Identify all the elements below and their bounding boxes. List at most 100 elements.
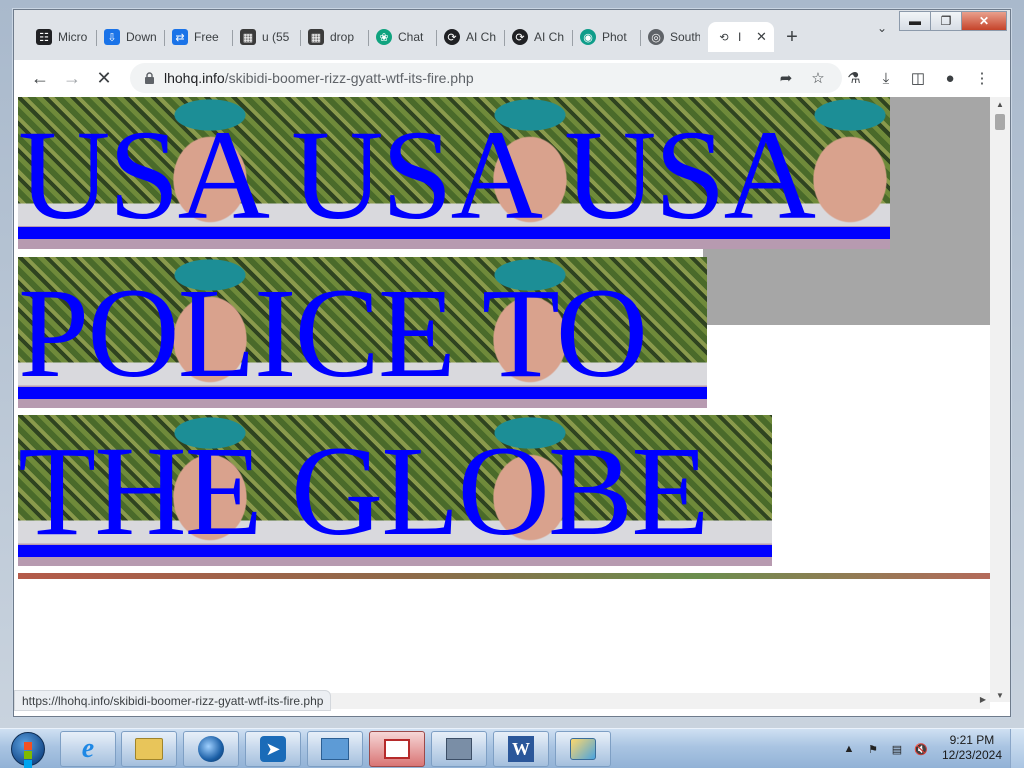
labs-flask-icon[interactable]: ⚗ — [838, 62, 870, 94]
tab-label: Phot — [602, 30, 627, 44]
thumbnail-icon: ▦ — [308, 29, 324, 45]
side-panel-icon[interactable]: ◫ — [902, 62, 934, 94]
stop-loading-button[interactable]: ✕ — [88, 62, 120, 94]
tab-label: Free — [194, 30, 219, 44]
file-explorer-icon — [135, 738, 163, 760]
tab-label: Down — [126, 30, 156, 44]
tab-label: I — [738, 30, 742, 44]
headline-line-1[interactable]: USA USA USA — [18, 111, 816, 239]
loading-icon: ⟲ — [719, 31, 729, 44]
tab-label: South — [670, 30, 700, 44]
taskbar-internet-explorer[interactable]: e — [60, 731, 116, 767]
tab-ai-chat-1[interactable]: ⟳ AI Ch — [436, 22, 504, 52]
url-path: /skibidi-boomer-rizz-gyatt-wtf-its-fire.… — [224, 70, 474, 86]
convert-icon: ⇄ — [172, 29, 188, 45]
photo-app-icon: ◉ — [580, 29, 596, 45]
headline-line-2[interactable]: POLICE TO — [18, 269, 648, 397]
underline-2 — [18, 387, 707, 399]
clock-time: 9:21 PM — [949, 733, 995, 747]
lock-icon[interactable] — [142, 71, 156, 85]
clock[interactable]: 9:21 PM 12/23/2024 — [942, 733, 1002, 763]
active-window-icon — [384, 739, 410, 759]
url-domain: lhohq.info — [164, 70, 225, 86]
close-window-button[interactable]: ✕ — [961, 11, 1007, 31]
share-icon[interactable]: ➦ — [770, 68, 802, 88]
paint-icon — [570, 738, 596, 760]
tab-ai-chat-2[interactable]: ⟳ AI Ch — [504, 22, 572, 52]
tab-label: Chat — [398, 30, 424, 44]
taskbar-network-computer[interactable] — [431, 731, 487, 767]
tab-photo[interactable]: ◉ Phot — [572, 22, 640, 52]
headline-line-3[interactable]: THE GLOBE — [18, 427, 709, 555]
status-bubble: https://lhohq.info/skibidi-boomer-rizz-g… — [14, 690, 332, 711]
network-icon[interactable]: ▤ — [888, 740, 906, 758]
tab-label: AI Ch — [534, 30, 564, 44]
tab-active-loading[interactable]: ⟲ I ✕ — [708, 22, 774, 52]
underline-1 — [18, 227, 890, 239]
taskbar-active-window[interactable] — [369, 731, 425, 767]
tab-free[interactable]: ⇄ Free — [164, 22, 232, 52]
url-text[interactable]: lhohq.info/skibidi-boomer-rizz-gyatt-wtf… — [164, 70, 474, 86]
new-tab-button[interactable]: + — [774, 22, 810, 52]
scroll-up-arrow-icon[interactable]: ▲ — [990, 97, 1010, 111]
globe-icon: ◎ — [648, 29, 664, 45]
vertical-scrollbar[interactable]: ▲ ▼ — [990, 97, 1010, 702]
address-bar[interactable]: lhohq.info/skibidi-boomer-rizz-gyatt-wtf… — [130, 63, 842, 93]
tab-south[interactable]: ◎ South — [640, 22, 708, 52]
media-player-icon — [198, 736, 224, 762]
taskbar-media-player[interactable] — [183, 731, 239, 767]
browser-window: ☷ Micro ⇩ Down ⇄ Free ▦ u (55 ▦ drop ❀ C… — [13, 9, 1011, 717]
taskbar-control-panel[interactable] — [307, 731, 363, 767]
show-desktop-button[interactable] — [1010, 729, 1024, 768]
taskbar-word[interactable]: W — [493, 731, 549, 767]
tab-drop[interactable]: ▦ drop — [300, 22, 368, 52]
tab-label: u (55 — [262, 30, 290, 44]
tab-search-chevron-icon[interactable]: ⌄ — [872, 18, 892, 38]
ai-swirl-icon: ⟳ — [512, 29, 528, 45]
taskbar-file-explorer[interactable] — [121, 731, 177, 767]
window-controls: ▬ ❐ ✕ — [899, 11, 1007, 31]
profile-avatar-icon[interactable]: ● — [934, 62, 966, 94]
taskbar-remote-app[interactable]: ➤ — [245, 731, 301, 767]
tab-strip: ☷ Micro ⇩ Down ⇄ Free ▦ u (55 ▦ drop ❀ C… — [28, 20, 810, 52]
menu-kebab-icon[interactable]: ⋮ — [966, 62, 998, 94]
scroll-thumb[interactable] — [995, 114, 1005, 130]
tab-u55[interactable]: ▦ u (55 — [232, 22, 300, 52]
scroll-right-arrow-icon[interactable]: ▶ — [980, 695, 986, 704]
forward-button[interactable]: → — [56, 62, 88, 94]
downloads-icon[interactable]: ⤓ — [870, 62, 902, 94]
word-icon: W — [508, 736, 534, 762]
scroll-down-arrow-icon[interactable]: ▼ — [990, 688, 1010, 702]
browser-toolbar: ← → ✕ lhohq.info/skibidi-boomer-rizz-gya… — [14, 60, 1010, 96]
building-columns-icon: ☷ — [36, 29, 52, 45]
taskbar: e ➤ W ▲ ⚑ ▤ 🔇 9:21 PM 12/23/2024 — [0, 728, 1024, 768]
tab-downloads[interactable]: ⇩ Down — [96, 22, 164, 52]
remote-app-icon: ➤ — [260, 736, 286, 762]
close-tab-icon[interactable]: ✕ — [756, 29, 767, 45]
page-content: USA USA USA POLICE TO THE GLOBE — [18, 97, 990, 689]
download-icon: ⇩ — [104, 29, 120, 45]
restore-button[interactable]: ❐ — [930, 11, 962, 31]
show-hidden-icons-icon[interactable]: ▲ — [840, 740, 858, 758]
underline-3 — [18, 545, 772, 557]
toolbar-actions: ⚗ ⤓ ◫ ● ⋮ — [838, 62, 998, 94]
tab-label: drop — [330, 30, 355, 44]
tab-label: AI Ch — [466, 30, 496, 44]
clock-date: 12/23/2024 — [941, 748, 1002, 762]
image-strip — [18, 573, 990, 579]
bookmark-star-icon[interactable]: ☆ — [802, 68, 834, 88]
title-bar: ☷ Micro ⇩ Down ⇄ Free ▦ u (55 ▦ drop ❀ C… — [14, 10, 1010, 60]
minimize-button[interactable]: ▬ — [899, 11, 931, 31]
tab-chat[interactable]: ❀ Chat — [368, 22, 436, 52]
back-button[interactable]: ← — [24, 62, 56, 94]
start-button[interactable] — [4, 731, 52, 768]
network-computer-icon — [446, 738, 472, 760]
thumbnail-icon: ▦ — [240, 29, 256, 45]
openai-icon: ❀ — [376, 29, 392, 45]
taskbar-paint[interactable] — [555, 731, 611, 767]
tab-label: Micro — [58, 30, 88, 44]
action-center-flag-icon[interactable]: ⚑ — [864, 740, 882, 758]
volume-muted-icon[interactable]: 🔇 — [912, 740, 930, 758]
tab-micro[interactable]: ☷ Micro — [28, 22, 96, 52]
internet-explorer-icon: e — [81, 733, 95, 764]
